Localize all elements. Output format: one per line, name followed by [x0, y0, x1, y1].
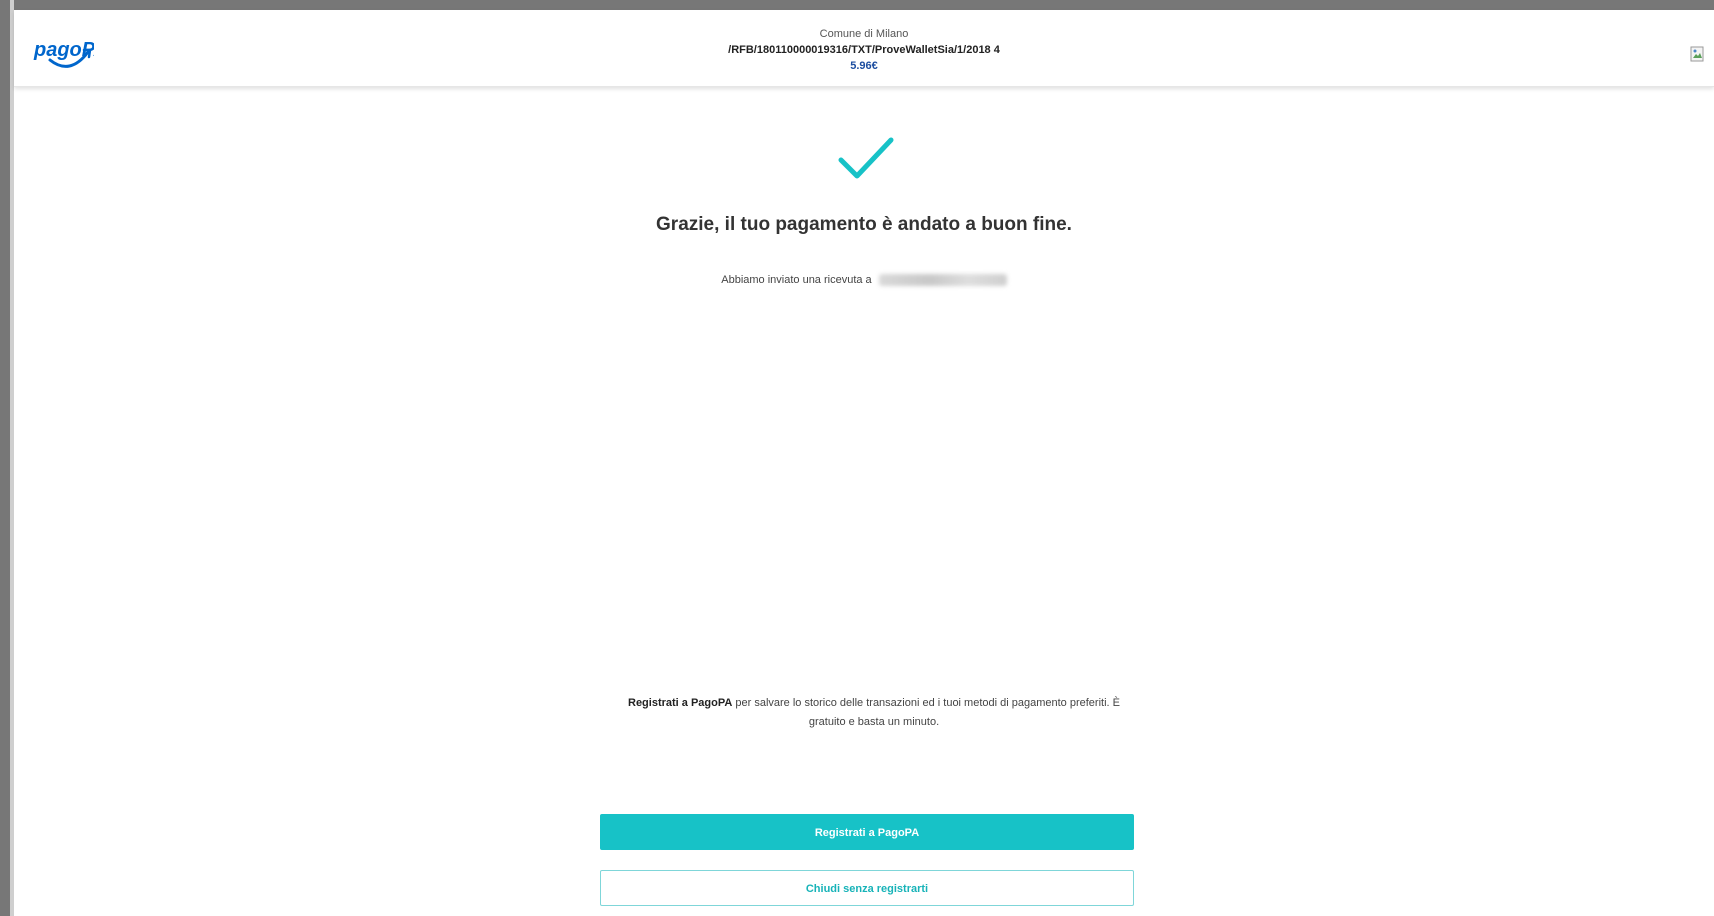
register-invitation-strong: Registrati a PagoPA	[628, 697, 733, 709]
redacted-email	[878, 274, 1007, 287]
payment-summary: Comune di Milano /RFB/180110000019316/TX…	[14, 26, 1714, 74]
payment-amount: 5.96€	[850, 60, 878, 72]
window-frame-left	[0, 0, 10, 916]
receipt-text: Abbiamo inviato una ricevuta a	[721, 274, 872, 286]
register-invitation-rest: per salvare lo storico delle transazioni…	[732, 697, 1120, 728]
receipt-message: Abbiamo inviato una ricevuta a	[14, 274, 1714, 287]
page-header: pagoPA Comune di Milano /RFB/18011000001…	[14, 10, 1714, 87]
register-button[interactable]: Registrati a PagoPA	[600, 814, 1134, 850]
checkmark-icon	[837, 136, 895, 182]
close-without-registering-button[interactable]: Chiudi senza registrarti	[600, 870, 1134, 906]
register-invitation: Registrati a PagoPA per salvare lo stori…	[614, 694, 1134, 732]
creditor-name: Comune di Milano	[819, 28, 909, 40]
window-frame-top	[0, 0, 1714, 10]
payment-reference: /RFB/180110000019316/TXT/ProveWalletSia/…	[728, 44, 1000, 56]
broken-image-icon[interactable]	[1690, 46, 1704, 62]
success-title: Grazie, il tuo pagamento è andato a buon…	[656, 214, 1072, 235]
main-content: Grazie, il tuo pagamento è andato a buon…	[14, 86, 1714, 916]
